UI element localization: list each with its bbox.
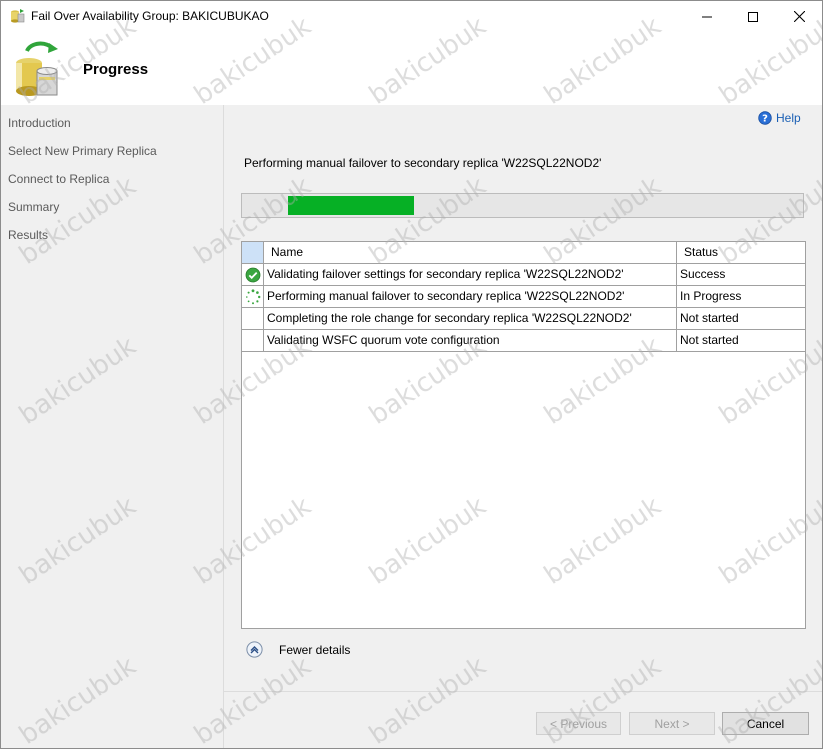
table-row[interactable]: Validating failover settings for seconda… xyxy=(242,264,805,286)
main-panel: ? Help Performing manual failover to sec… xyxy=(224,105,822,691)
wizard-nav: Introduction Select New Primary Replica … xyxy=(1,105,224,748)
previous-button[interactable]: < Previous xyxy=(536,712,621,735)
window-title: Fail Over Availability Group: BAKICUBUKA… xyxy=(31,9,269,23)
column-header-name[interactable]: Name xyxy=(264,242,677,263)
success-check-icon xyxy=(245,267,260,282)
fewer-details-label: Fewer details xyxy=(279,642,351,657)
next-button[interactable]: Next > xyxy=(629,712,715,735)
maximize-icon xyxy=(748,11,758,22)
minimize-button[interactable] xyxy=(684,1,730,32)
minimize-icon xyxy=(702,16,712,17)
row-name: Validating WSFC quorum vote configuratio… xyxy=(264,330,677,351)
nav-item-introduction[interactable]: Introduction xyxy=(8,116,71,130)
page-title: Progress xyxy=(83,61,149,78)
column-header-status[interactable]: Status xyxy=(677,242,805,263)
progress-bar xyxy=(241,193,804,218)
wizard-window: Fail Over Availability Group: BAKICUBUKA… xyxy=(0,0,823,749)
fewer-details-toggle[interactable]: Fewer details xyxy=(246,641,350,658)
table-header-row: Name Status xyxy=(242,242,805,264)
status-message: Performing manual failover to secondary … xyxy=(244,156,602,170)
row-name: Performing manual failover to secondary … xyxy=(264,286,677,307)
row-name: Completing the role change for secondary… xyxy=(264,308,677,329)
help-icon: ? xyxy=(758,111,772,125)
table-row[interactable]: Performing manual failover to secondary … xyxy=(242,286,805,308)
collapse-up-icon xyxy=(246,641,263,658)
nav-item-results[interactable]: Results xyxy=(8,228,48,242)
button-bar: < Previous Next > Cancel xyxy=(224,691,822,748)
progress-fill xyxy=(288,196,414,215)
app-icon xyxy=(11,9,25,23)
close-icon xyxy=(793,11,805,22)
row-status: Not started xyxy=(680,333,739,347)
nav-item-select-new-primary-replica[interactable]: Select New Primary Replica xyxy=(8,144,157,158)
row-status: In Progress xyxy=(680,289,742,303)
failover-database-icon xyxy=(16,41,58,96)
table-row[interactable]: Completing the role change for secondary… xyxy=(242,308,805,330)
in-progress-spinner-icon xyxy=(245,288,260,304)
title-bar: Fail Over Availability Group: BAKICUBUKA… xyxy=(1,1,822,32)
row-status: Success xyxy=(680,267,726,281)
cancel-button[interactable]: Cancel xyxy=(722,712,809,735)
page-header: Progress xyxy=(1,32,822,105)
table-row[interactable]: Validating WSFC quorum vote configuratio… xyxy=(242,330,805,352)
row-status: Not started xyxy=(680,311,739,325)
row-name: Validating failover settings for seconda… xyxy=(264,264,677,285)
close-button[interactable] xyxy=(776,1,822,32)
svg-text:?: ? xyxy=(762,114,768,125)
nav-item-connect-to-replica[interactable]: Connect to Replica xyxy=(8,172,109,186)
maximize-button[interactable] xyxy=(730,1,776,32)
nav-item-summary[interactable]: Summary xyxy=(8,200,59,214)
details-table: Name Status Validating failover settings… xyxy=(241,241,806,629)
help-label: Help xyxy=(776,111,801,125)
help-link[interactable]: ? Help xyxy=(758,111,801,125)
header-icon-column xyxy=(242,242,264,263)
